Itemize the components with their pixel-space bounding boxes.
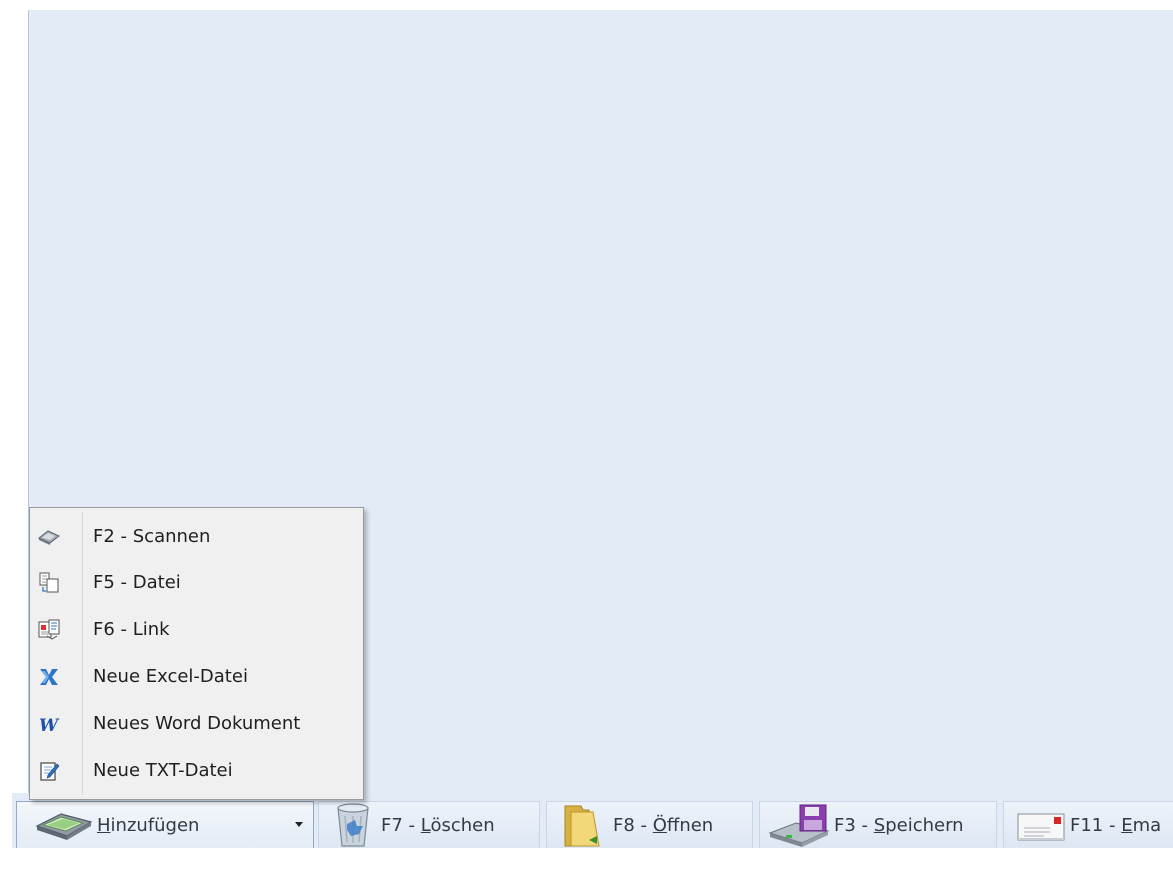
add-button-label: Hinzufügen	[97, 814, 200, 836]
bottom-toolbar: Hinzufügen F7 - Löschen F8 - Öffnen F3 -…	[12, 793, 1173, 848]
chevron-down-icon[interactable]	[295, 822, 303, 827]
menu-item-link[interactable]: F6 - Link	[32, 606, 361, 652]
scanner-icon	[38, 530, 60, 545]
envelope-icon	[1017, 813, 1065, 841]
menu-item-label: Neues Word Dokument	[93, 712, 301, 734]
text-file-icon	[40, 762, 60, 781]
email-button[interactable]: F11 - Ema	[1003, 801, 1173, 848]
menu-item-label: F2 - Scannen	[93, 525, 211, 547]
svg-text:W: W	[39, 716, 60, 735]
menu-item-file[interactable]: F5 - Datei	[32, 559, 361, 605]
open-button[interactable]: F8 - Öffnen	[546, 801, 753, 848]
app-window: Hinzufügen F7 - Löschen F8 - Öffnen F3 -…	[0, 0, 1173, 873]
menu-item-scan[interactable]: F2 - Scannen	[32, 513, 361, 559]
menu-item-new-txt[interactable]: Neue TXT-Datei	[32, 747, 361, 793]
menu-item-label: Neue Excel-Datei	[93, 665, 248, 687]
scanner-icon	[35, 813, 93, 840]
menu-item-new-excel[interactable]: Neue Excel-Datei	[32, 653, 361, 699]
delete-button-label: F7 - Löschen	[381, 814, 495, 836]
add-dropdown-menu: F2 - Scannen F5 - Datei F6 - Link Neue E…	[29, 507, 364, 800]
word-icon: W	[39, 716, 60, 735]
folder-icon	[564, 805, 600, 847]
email-button-label: F11 - Ema	[1070, 814, 1162, 836]
add-dropdown-button[interactable]: Hinzufügen	[16, 801, 314, 848]
floppy-drive-icon	[768, 804, 830, 847]
recycle-bin-icon	[337, 803, 369, 847]
open-button-label: F8 - Öffnen	[613, 814, 714, 836]
save-button[interactable]: F3 - Speichern	[759, 801, 997, 848]
link-icon	[38, 619, 60, 640]
file-copy-icon	[39, 572, 59, 593]
menu-item-label: Neue TXT-Datei	[93, 759, 233, 781]
menu-item-label: F6 - Link	[93, 618, 170, 640]
save-button-label: F3 - Speichern	[834, 814, 964, 836]
menu-item-new-word[interactable]: W Neues Word Dokument	[32, 700, 361, 746]
excel-icon	[40, 669, 58, 685]
menu-item-label: F5 - Datei	[93, 571, 181, 593]
delete-button[interactable]: F7 - Löschen	[318, 801, 540, 848]
